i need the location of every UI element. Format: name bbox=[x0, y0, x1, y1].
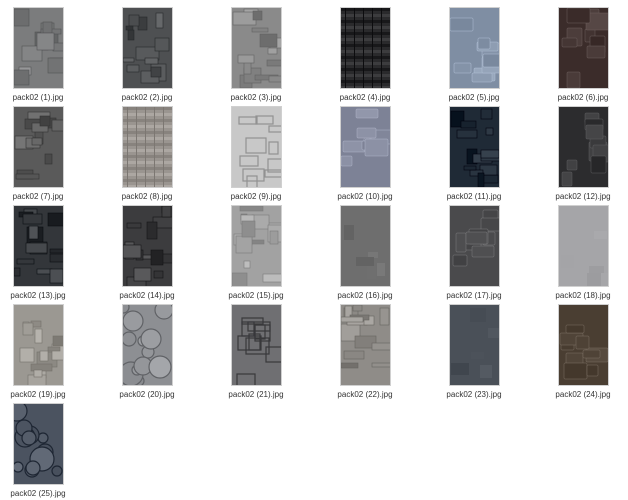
file-item[interactable]: pack02 (15).jpg bbox=[206, 206, 306, 302]
file-thumbnail[interactable] bbox=[13, 404, 63, 484]
file-thumbnail[interactable] bbox=[449, 305, 499, 385]
file-name-label: pack02 (24).jpg bbox=[555, 390, 611, 399]
file-item[interactable]: pack02 (9).jpg bbox=[206, 107, 306, 203]
file-thumbnail[interactable] bbox=[122, 8, 172, 88]
file-item[interactable]: pack02 (7).jpg bbox=[0, 107, 88, 203]
file-name-label: pack02 (16).jpg bbox=[337, 291, 393, 300]
file-item[interactable]: pack02 (1).jpg bbox=[0, 8, 88, 104]
file-item[interactable]: pack02 (3).jpg bbox=[206, 8, 306, 104]
file-item[interactable]: pack02 (14).jpg bbox=[97, 206, 197, 302]
file-thumbnail[interactable] bbox=[231, 8, 281, 88]
file-name-label: pack02 (10).jpg bbox=[337, 192, 393, 201]
file-thumbnail[interactable] bbox=[231, 305, 281, 385]
file-name-label: pack02 (4).jpg bbox=[339, 93, 391, 102]
file-item[interactable]: pack02 (13).jpg bbox=[0, 206, 88, 302]
file-thumbnail[interactable] bbox=[13, 206, 63, 286]
file-name-label: pack02 (6).jpg bbox=[557, 93, 609, 102]
file-thumbnail[interactable] bbox=[449, 206, 499, 286]
file-thumbnail[interactable] bbox=[13, 305, 63, 385]
file-name-label: pack02 (5).jpg bbox=[448, 93, 500, 102]
file-item[interactable]: pack02 (16).jpg bbox=[315, 206, 415, 302]
file-thumbnail[interactable] bbox=[13, 107, 63, 187]
file-item[interactable]: pack02 (21).jpg bbox=[206, 305, 306, 401]
file-item[interactable]: pack02 (17).jpg bbox=[424, 206, 524, 302]
file-name-label: pack02 (13).jpg bbox=[10, 291, 66, 300]
file-grid: pack02 (1).jpg pack02 (2).jpg pack02 (3).j… bbox=[0, 0, 628, 500]
file-item[interactable]: pack02 (18).jpg bbox=[533, 206, 628, 302]
file-name-label: pack02 (12).jpg bbox=[555, 192, 611, 201]
file-item[interactable]: pack02 (22).jpg bbox=[315, 305, 415, 401]
file-name-label: pack02 (2).jpg bbox=[121, 93, 173, 102]
file-name-label: pack02 (14).jpg bbox=[119, 291, 175, 300]
file-thumbnail[interactable] bbox=[558, 206, 608, 286]
file-item[interactable]: pack02 (11).jpg bbox=[424, 107, 524, 203]
file-item[interactable]: pack02 (25).jpg bbox=[0, 404, 88, 500]
file-name-label: pack02 (11).jpg bbox=[446, 192, 502, 201]
file-name-label: pack02 (20).jpg bbox=[119, 390, 175, 399]
file-item[interactable]: pack02 (5).jpg bbox=[424, 8, 524, 104]
file-name-label: pack02 (8).jpg bbox=[121, 192, 173, 201]
file-thumbnail[interactable] bbox=[340, 8, 390, 88]
file-item[interactable]: pack02 (23).jpg bbox=[424, 305, 524, 401]
file-thumbnail[interactable] bbox=[13, 8, 63, 88]
file-thumbnail[interactable] bbox=[122, 305, 172, 385]
file-thumbnail[interactable] bbox=[122, 206, 172, 286]
file-thumbnail[interactable] bbox=[340, 305, 390, 385]
file-item[interactable]: pack02 (10).jpg bbox=[315, 107, 415, 203]
file-name-label: pack02 (3).jpg bbox=[230, 93, 282, 102]
file-item[interactable]: pack02 (8).jpg bbox=[97, 107, 197, 203]
file-name-label: pack02 (18).jpg bbox=[555, 291, 611, 300]
file-name-label: pack02 (22).jpg bbox=[337, 390, 393, 399]
file-name-label: pack02 (15).jpg bbox=[228, 291, 284, 300]
file-item[interactable]: pack02 (20).jpg bbox=[97, 305, 197, 401]
file-thumbnail[interactable] bbox=[340, 107, 390, 187]
file-thumbnail[interactable] bbox=[449, 8, 499, 88]
file-item[interactable]: pack02 (12).jpg bbox=[533, 107, 628, 203]
file-item[interactable]: pack02 (4).jpg bbox=[315, 8, 415, 104]
file-name-label: pack02 (19).jpg bbox=[10, 390, 66, 399]
file-name-label: pack02 (23).jpg bbox=[446, 390, 502, 399]
file-thumbnail[interactable] bbox=[122, 107, 172, 187]
file-item[interactable]: pack02 (24).jpg bbox=[533, 305, 628, 401]
file-thumbnail[interactable] bbox=[340, 206, 390, 286]
file-thumbnail[interactable] bbox=[558, 8, 608, 88]
file-item[interactable]: pack02 (19).jpg bbox=[0, 305, 88, 401]
file-thumbnail[interactable] bbox=[558, 107, 608, 187]
file-name-label: pack02 (17).jpg bbox=[446, 291, 502, 300]
file-thumbnail[interactable] bbox=[231, 206, 281, 286]
file-thumbnail[interactable] bbox=[449, 107, 499, 187]
file-item[interactable]: pack02 (6).jpg bbox=[533, 8, 628, 104]
file-thumbnail[interactable] bbox=[558, 305, 608, 385]
file-thumbnail[interactable] bbox=[231, 107, 281, 187]
file-name-label: pack02 (21).jpg bbox=[228, 390, 284, 399]
file-name-label: pack02 (7).jpg bbox=[12, 192, 64, 201]
file-item[interactable]: pack02 (2).jpg bbox=[97, 8, 197, 104]
file-name-label: pack02 (9).jpg bbox=[230, 192, 282, 201]
file-name-label: pack02 (1).jpg bbox=[12, 93, 64, 102]
file-name-label: pack02 (25).jpg bbox=[10, 489, 66, 498]
